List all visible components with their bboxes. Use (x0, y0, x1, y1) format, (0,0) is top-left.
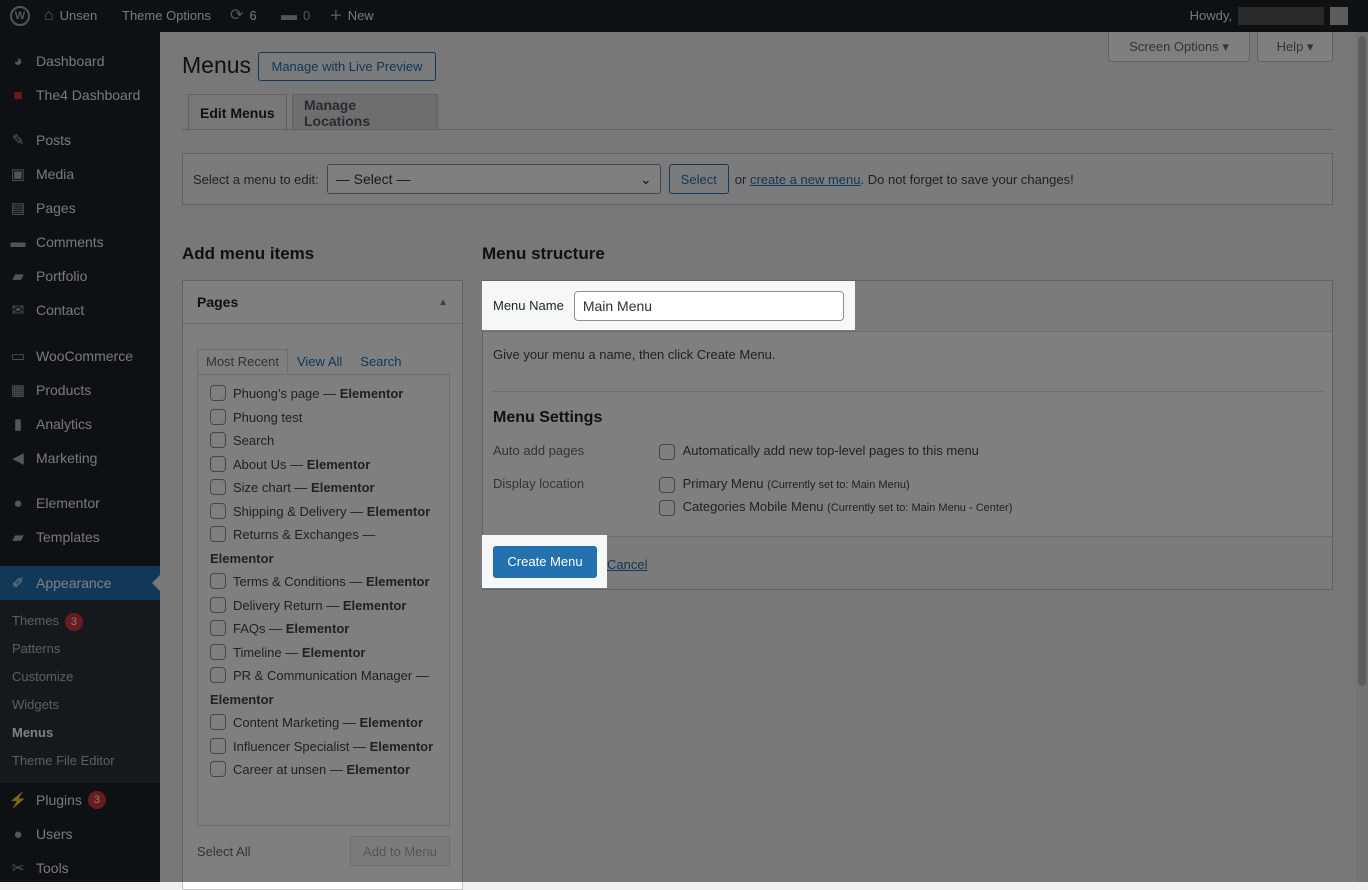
menu-name-input[interactable] (573, 290, 844, 321)
menu-name-highlight: Menu Name (482, 281, 855, 330)
create-menu-highlight: Create Menu (482, 535, 607, 588)
create-menu-button[interactable]: Create Menu (493, 545, 597, 578)
tutorial-overlay (0, 0, 1368, 882)
